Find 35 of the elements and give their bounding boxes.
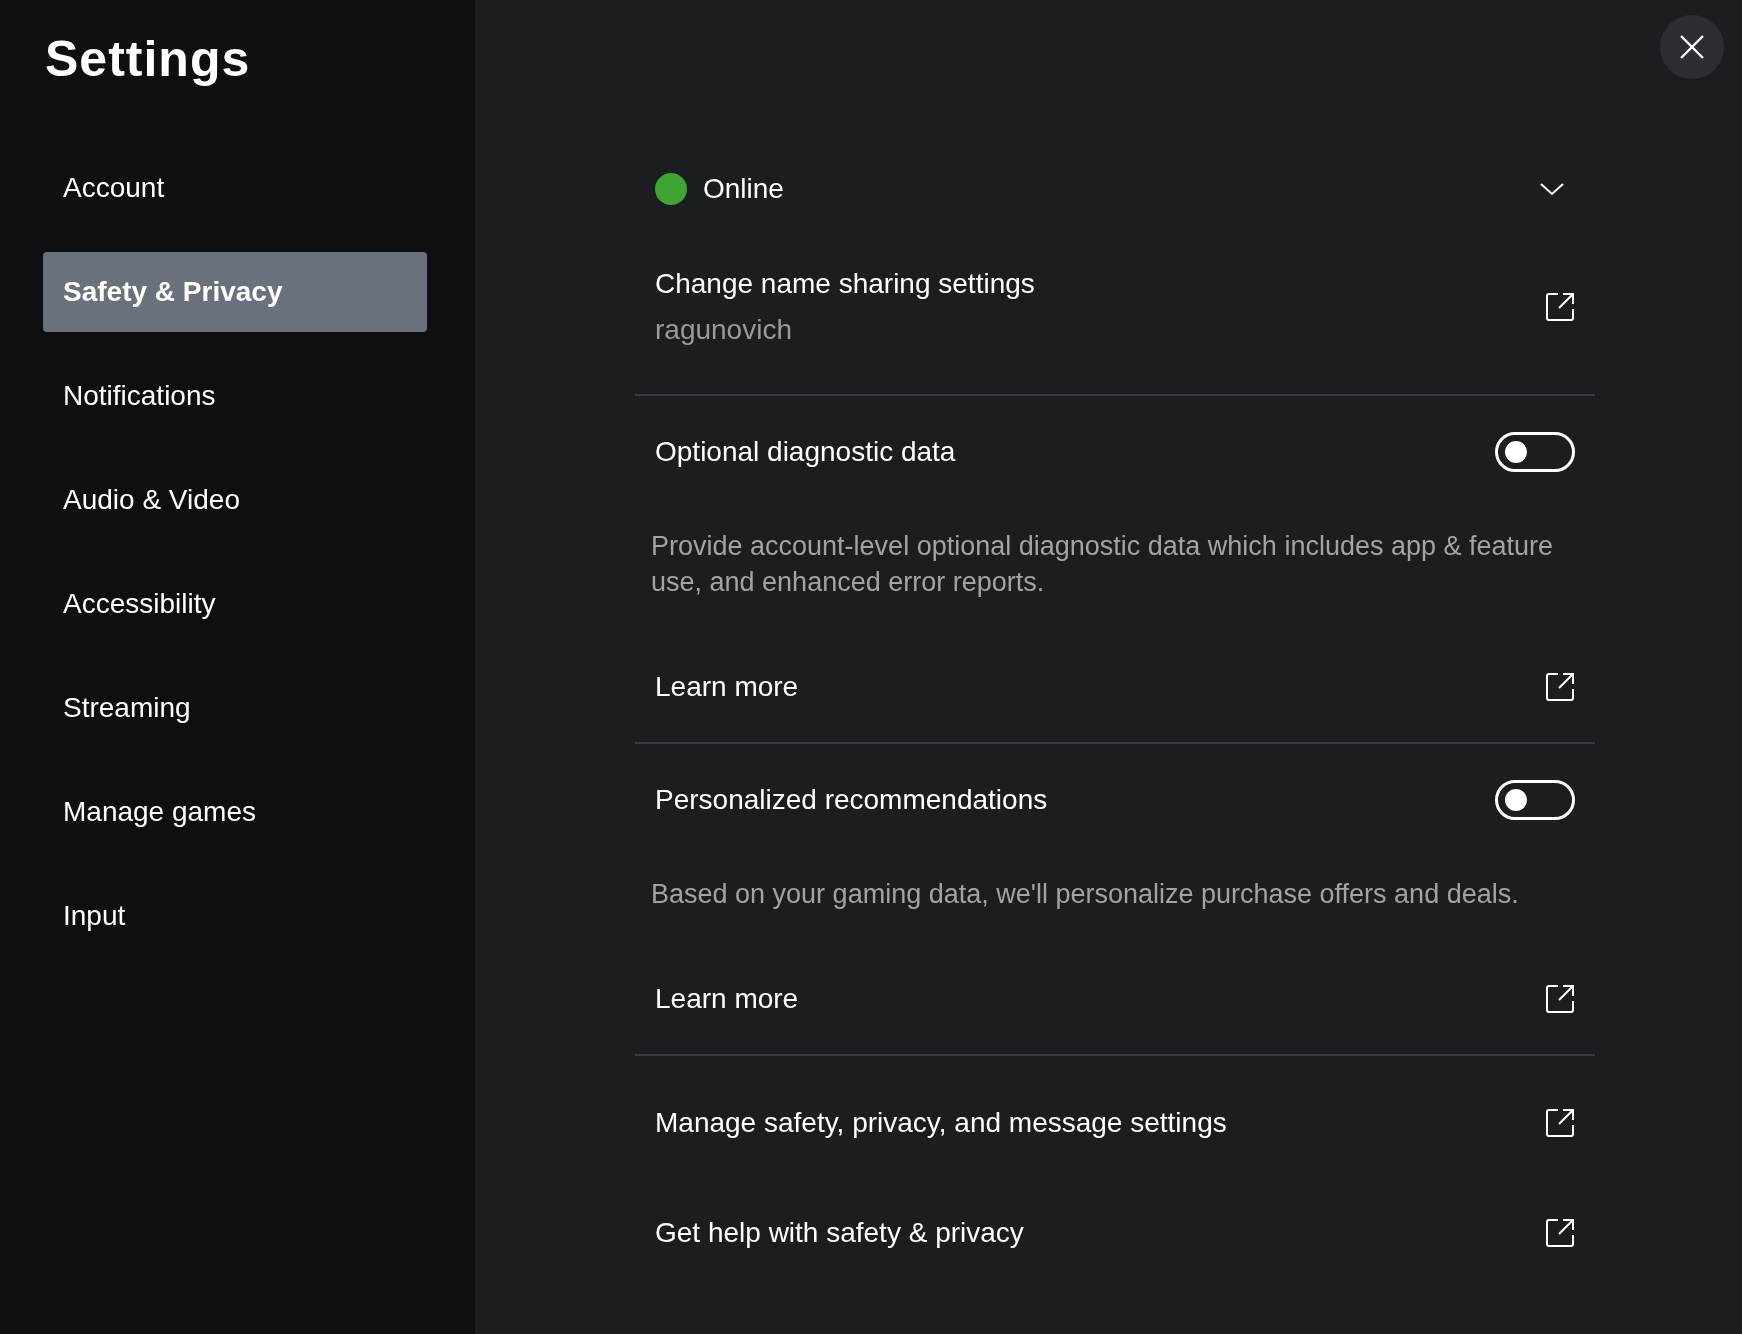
link-row[interactable]: Get help with safety & privacy: [635, 1178, 1595, 1288]
description-text: Based on your gaming data, we'll personalize purchase offers and deals.: [650, 878, 1520, 911]
settings-title: Settings: [45, 30, 252, 88]
link-label: Change name sharing settings: [655, 267, 1035, 300]
link-row[interactable]: Change name sharing settings ragunovich: [635, 239, 1595, 394]
toggle-label: Personalized recommendations: [655, 784, 1048, 816]
external-link-icon: [1545, 1108, 1575, 1138]
close-icon: [1679, 34, 1705, 60]
nav-item[interactable]: Streaming: [43, 668, 427, 748]
link-label: Manage safety, privacy, and message settings: [655, 1107, 1227, 1139]
link-row[interactable]: Manage safety, privacy, and message settings: [635, 1068, 1595, 1178]
external-link-icon: [1545, 984, 1575, 1014]
link-label: Learn more: [655, 983, 799, 1015]
external-link-icon: [1545, 1218, 1575, 1248]
toggle-label: Optional diagnostic data: [655, 436, 956, 468]
nav-item[interactable]: Input: [43, 876, 427, 956]
link-label: Learn more: [655, 671, 799, 703]
link-row[interactable]: Learn more: [635, 944, 1595, 1054]
chevron-down-icon: [1539, 181, 1565, 197]
status-dropdown[interactable]: Online: [635, 139, 1595, 239]
description-text: Provide account-level optional diagnostic data which includes app & feature use, and enhanced error reports.: [650, 530, 1555, 599]
external-link-icon: [1545, 672, 1575, 702]
nav-item[interactable]: Manage games: [43, 772, 427, 852]
nav-item[interactable]: Account: [43, 148, 427, 228]
status-label: Online: [703, 173, 784, 205]
nav-item[interactable]: Accessibility: [43, 564, 427, 644]
nav-item[interactable]: Audio & Video: [43, 460, 427, 540]
link-sublabel: ragunovich: [655, 313, 793, 346]
nav-item[interactable]: Notifications: [43, 356, 427, 436]
link-label: Get help with safety & privacy: [655, 1217, 1024, 1249]
nav-item[interactable]: Safety & Privacy: [43, 252, 427, 332]
toggle-switch[interactable]: [1495, 780, 1575, 820]
external-link-icon: [1545, 291, 1575, 322]
link-row[interactable]: Learn more: [635, 632, 1595, 742]
toggle-switch[interactable]: [1495, 432, 1575, 472]
